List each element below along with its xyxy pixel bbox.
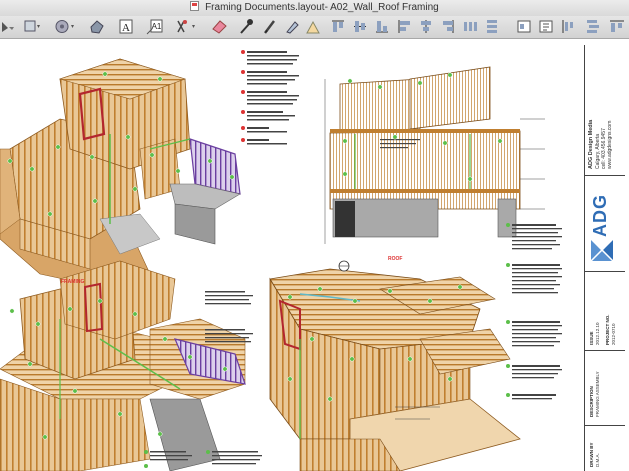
description-label: DESCRIPTION: [589, 386, 594, 417]
transform-tool-icon[interactable]: [174, 18, 202, 35]
project-value: 2012-0710: [611, 323, 616, 345]
distribute-vertical-icon[interactable]: [484, 18, 500, 35]
text-tool-icon[interactable]: A: [118, 18, 134, 35]
window-title: Framing Documents.layout- A02_Wall_Roof …: [205, 2, 439, 13]
align-right-icon[interactable]: [440, 18, 456, 35]
shape-tool-icon[interactable]: [88, 18, 106, 35]
svg-text:A1: A1: [152, 22, 162, 31]
company-name: ADG Design Media: [588, 119, 594, 169]
offset-tool-icon[interactable]: [304, 18, 322, 35]
logo-divider: [585, 175, 625, 176]
annotation-notes-right: [506, 223, 562, 400]
project-label: PROJECT NO.: [605, 314, 610, 345]
section-marker: [338, 260, 350, 272]
framing-drawing: [0, 50, 562, 471]
company-web: www.adgdesigns.com: [607, 120, 613, 169]
layout-page-canvas[interactable]: FRAMING ROOF ADG Design Media Calgary, A…: [0, 39, 629, 471]
section-elevation-drawing: [324, 66, 545, 244]
framing-callout-label: FRAMING: [61, 279, 85, 285]
title-block: ADG Design Media Calgary, Alberta cell: …: [584, 45, 625, 471]
distribute-left-icon[interactable]: [560, 18, 576, 35]
issue-value: 2012.12.10: [595, 322, 600, 345]
drawn-by-value: D.M.A.: [595, 453, 600, 467]
paint-bucket-tool-icon[interactable]: [284, 18, 300, 35]
adg-logo: ADG: [588, 187, 616, 265]
block-divider: [585, 350, 625, 351]
pencil-tool-icon[interactable]: [262, 18, 278, 35]
page-size-icon[interactable]: [516, 18, 532, 35]
stack-icon[interactable]: [584, 18, 602, 35]
eraser-tool-icon[interactable]: [210, 18, 228, 35]
logo-text: ADG: [590, 194, 610, 237]
roof-callout-label: ROOF: [388, 256, 403, 262]
drawn-by-label: DRAWN BY: [589, 442, 594, 468]
isometric-roof-model: [269, 268, 521, 471]
distribute-horizontal-icon[interactable]: [462, 18, 478, 35]
align-middle-icon[interactable]: [352, 18, 368, 35]
isometric-framing-model-top: [0, 58, 241, 290]
issue-label: ISSUE: [589, 331, 594, 345]
flip-icon[interactable]: [538, 18, 554, 35]
distribute-top-icon[interactable]: [608, 18, 626, 35]
align-top-icon[interactable]: [330, 18, 346, 35]
crop-tool-icon[interactable]: [22, 18, 44, 35]
label-tool-icon[interactable]: A1: [146, 18, 164, 35]
select-tool-icon[interactable]: [0, 18, 16, 35]
window-title-bar: Framing Documents.layout- A02_Wall_Roof …: [0, 0, 629, 16]
align-bottom-icon[interactable]: [374, 18, 390, 35]
eyedropper-tool-icon[interactable]: [238, 18, 254, 35]
annotation-notes-top: [241, 50, 299, 145]
description-value: FRAMING ASSEMBLY: [595, 371, 600, 417]
pie-tool-icon[interactable]: [53, 18, 79, 35]
svg-text:A: A: [122, 22, 130, 34]
block-divider: [585, 271, 625, 272]
main-toolbar: A A1: [0, 16, 629, 39]
block-divider: [585, 425, 625, 426]
align-left-icon[interactable]: [396, 18, 412, 35]
align-center-icon[interactable]: [418, 18, 434, 35]
layout-document-icon: [190, 1, 200, 11]
